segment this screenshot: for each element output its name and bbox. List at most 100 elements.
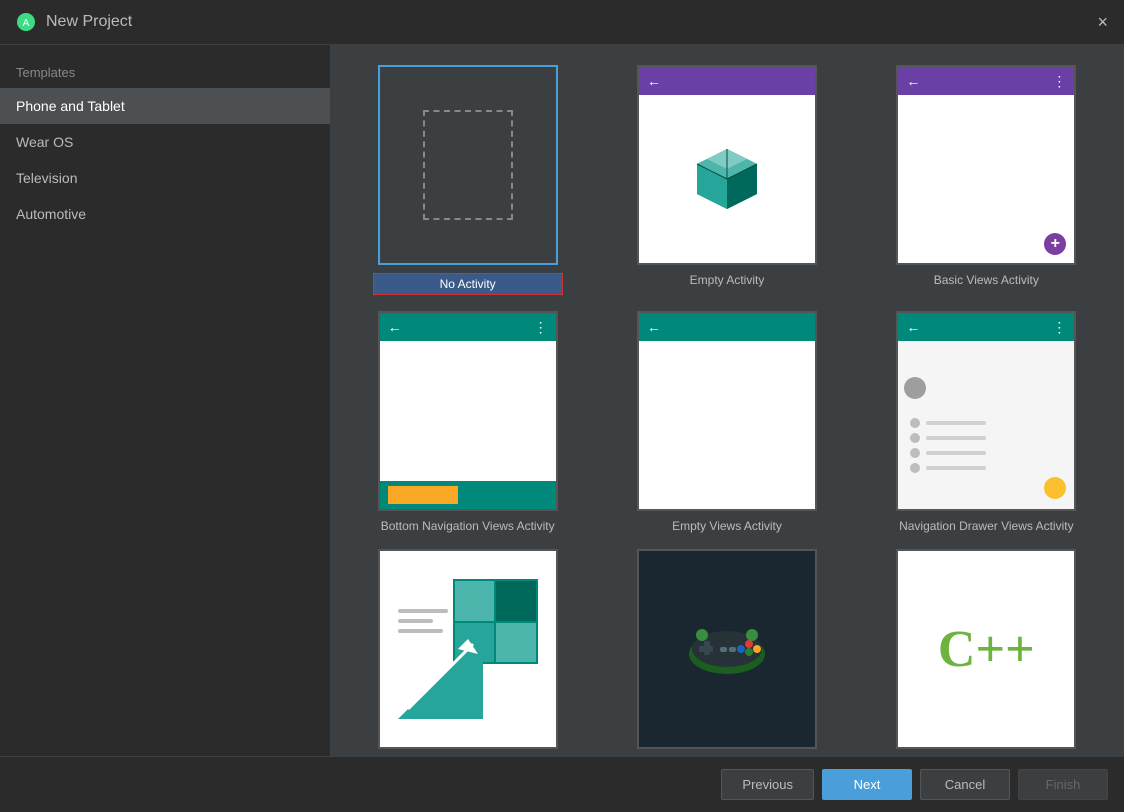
row-circle-2 (910, 433, 920, 443)
template-card-game[interactable]: Game Activity (605, 549, 848, 756)
template-card-bottom-nav[interactable]: ← ⋮ Bottom Navigation Views Activity (346, 311, 589, 533)
finish-button[interactable]: Finish (1018, 769, 1108, 800)
menu-dots-icon-basic: ⋮ (1052, 73, 1066, 90)
basic-views-preview: ← ⋮ + (896, 65, 1076, 265)
cpp-text: C++ (938, 620, 1035, 679)
sidebar-item-automotive[interactable]: Automotive (0, 196, 330, 232)
phone-full-basic: ← ⋮ + (898, 67, 1074, 263)
basic-content: + (898, 95, 1074, 263)
bottom-bar (380, 481, 556, 509)
grid-preview (378, 549, 558, 749)
drawer-row-4 (910, 463, 986, 473)
grid-cell-4 (496, 623, 536, 663)
dialog-header: A New Project × (0, 0, 1124, 45)
phone-header: ← (639, 67, 815, 95)
phone-content (639, 95, 815, 263)
grid-arrow-svg (398, 634, 483, 719)
empty-views-content (639, 341, 815, 509)
nav-drawer-header: ← ⋮ (898, 313, 1074, 341)
template-card-basic-views[interactable]: ← ⋮ + Basic Views Activity (865, 65, 1108, 295)
grid-line-2 (398, 619, 433, 623)
template-card-no-activity[interactable]: No Activity (346, 65, 589, 295)
dialog-body: Templates Phone and Tablet Wear OS Telev… (0, 45, 1124, 756)
template-card-grid[interactable]: Grid Activity (346, 549, 589, 756)
dashed-rect (423, 110, 513, 220)
phone-full-nav-drawer: ← ⋮ (898, 313, 1074, 509)
gamepad-svg (687, 619, 767, 679)
back-arrow-icon-nd: ← (906, 319, 920, 335)
bottom-bar-yellow (388, 486, 458, 504)
next-button[interactable]: Next (822, 769, 912, 800)
empty-activity-label: Empty Activity (690, 273, 765, 287)
empty-views-preview: ← (637, 311, 817, 511)
back-arrow-icon: ← (647, 73, 661, 89)
bottom-nav-content (380, 341, 556, 481)
content-area[interactable]: No Activity ← (330, 45, 1124, 756)
grid-line-1 (398, 609, 448, 613)
template-card-nav-drawer[interactable]: ← ⋮ (865, 311, 1108, 533)
drawer-row-3 (910, 448, 986, 458)
row-line (926, 421, 986, 425)
drawer-panel (898, 369, 998, 509)
phone-full: ← (639, 67, 815, 263)
svg-text:A: A (23, 18, 30, 29)
no-activity-preview (378, 65, 558, 265)
empty-views-header: ← (639, 313, 815, 341)
cancel-button[interactable]: Cancel (920, 769, 1010, 800)
nav-drawer-fab (1044, 477, 1066, 499)
sidebar-item-television[interactable]: Television (0, 160, 330, 196)
nav-drawer-preview: ← ⋮ (896, 311, 1076, 511)
drawer-list (904, 407, 992, 484)
drawer-circle (904, 377, 926, 399)
phone-full-bottom-nav: ← ⋮ (380, 313, 556, 509)
back-arrow-icon-ev: ← (647, 319, 661, 335)
basic-views-label: Basic Views Activity (934, 273, 1039, 287)
dialog-title: New Project (46, 13, 1097, 31)
empty-views-label: Empty Views Activity (672, 519, 782, 533)
nav-drawer-content (898, 341, 1074, 509)
fab-button-icon: + (1044, 233, 1066, 255)
row-circle-4 (910, 463, 920, 473)
cube-svg (692, 144, 762, 214)
empty-activity-preview: ← (637, 65, 817, 265)
grid-visual (398, 579, 538, 719)
phone-full-empty-views: ← (639, 313, 815, 509)
grid-cell-2 (496, 581, 536, 621)
bottom-nav-label: Bottom Navigation Views Activity (381, 519, 555, 533)
back-arrow-icon-bn: ← (388, 319, 402, 335)
nav-drawer-label: Navigation Drawer Views Activity (899, 519, 1074, 533)
sidebar: Templates Phone and Tablet Wear OS Telev… (0, 45, 330, 756)
row-circle (910, 418, 920, 428)
basic-phone-header: ← ⋮ (898, 67, 1074, 95)
menu-dots-icon-nd: ⋮ (1052, 319, 1066, 336)
row-circle-3 (910, 448, 920, 458)
sidebar-section-label: Templates (0, 53, 330, 88)
android-studio-icon: A (16, 12, 36, 32)
template-card-cpp[interactable]: C++ Native C++ Activity (865, 549, 1108, 756)
grid-cell-1 (455, 581, 495, 621)
drawer-row-2 (910, 433, 986, 443)
row-line-4 (926, 466, 986, 470)
drawer-row-1 (910, 418, 986, 428)
grid-line-3 (398, 629, 443, 633)
game-preview (637, 549, 817, 749)
no-activity-label: No Activity (373, 273, 563, 295)
row-line-2 (926, 436, 986, 440)
cpp-preview: C++ (896, 549, 1076, 749)
menu-dots-icon-bn: ⋮ (534, 319, 548, 336)
dialog-footer: Previous Next Cancel Finish (0, 756, 1124, 812)
game-content (687, 619, 767, 679)
close-button[interactable]: × (1097, 13, 1108, 31)
template-card-empty-activity[interactable]: ← (605, 65, 848, 295)
templates-grid: No Activity ← (342, 57, 1112, 756)
template-card-empty-views[interactable]: ← Empty Views Activity (605, 311, 848, 533)
bottom-nav-phone-header: ← ⋮ (380, 313, 556, 341)
sidebar-item-wear-os[interactable]: Wear OS (0, 124, 330, 160)
bottom-nav-preview: ← ⋮ (378, 311, 558, 511)
grid-lines (398, 609, 448, 633)
new-project-dialog: A New Project × Templates Phone and Tabl… (0, 0, 1124, 812)
back-arrow-icon-basic: ← (906, 73, 920, 89)
sidebar-item-phone-tablet[interactable]: Phone and Tablet (0, 88, 330, 124)
previous-button[interactable]: Previous (721, 769, 814, 800)
row-line-3 (926, 451, 986, 455)
